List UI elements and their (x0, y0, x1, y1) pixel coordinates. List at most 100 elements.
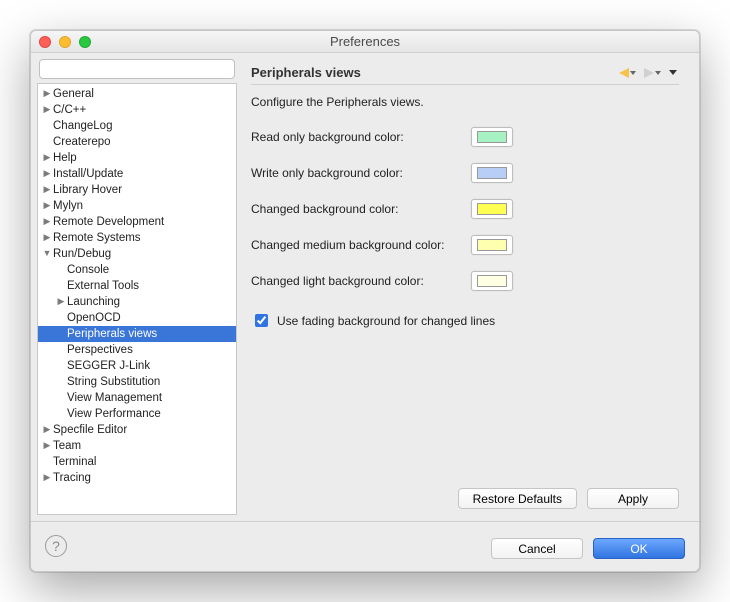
tree-item[interactable]: Peripherals views (38, 326, 236, 342)
content-panel: Peripherals views Configure th (237, 59, 693, 515)
tree-item[interactable]: View Performance (38, 406, 236, 422)
dialog-buttons: Cancel OK (491, 538, 685, 559)
tree-item[interactable]: Perspectives (38, 342, 236, 358)
tree-item[interactable]: ▼Run/Debug (38, 246, 236, 262)
tree-item-label: Specfile Editor (52, 424, 127, 436)
tree-item[interactable]: ▶Mylyn (38, 198, 236, 214)
tree-item[interactable]: ▶Help (38, 150, 236, 166)
color-row: Read only background color: (251, 127, 679, 147)
tree-item-label: Createrepo (52, 136, 111, 148)
disclosure-right-icon: ▶ (42, 440, 52, 451)
disclosure-right-icon: ▶ (56, 296, 66, 307)
preference-tree[interactable]: ▶General▶C/C++ChangeLogCreaterepo▶Help▶I… (37, 83, 237, 515)
page-menu-button[interactable] (667, 68, 679, 77)
disclosure-right-icon: ▶ (42, 168, 52, 179)
divider (251, 84, 679, 85)
tree-item[interactable]: ▶Launching (38, 294, 236, 310)
color-swatch-button[interactable] (471, 235, 513, 255)
restore-defaults-button[interactable]: Restore Defaults (458, 488, 577, 509)
color-label: Write only background color: (251, 166, 471, 180)
tree-item[interactable]: ▶C/C++ (38, 102, 236, 118)
tree-item[interactable]: ▶Install/Update (38, 166, 236, 182)
color-row: Changed background color: (251, 199, 679, 219)
disclosure-down-icon: ▼ (42, 248, 52, 258)
color-swatch-button[interactable] (471, 127, 513, 147)
disclosure-right-icon: ▶ (42, 200, 52, 211)
back-button[interactable] (617, 66, 638, 80)
fading-checkbox-row: Use fading background for changed lines (251, 311, 679, 330)
tree-item[interactable]: External Tools (38, 278, 236, 294)
tree-item[interactable]: ▶Specfile Editor (38, 422, 236, 438)
tree-item[interactable]: Terminal (38, 454, 236, 470)
color-row: Changed light background color: (251, 271, 679, 291)
disclosure-right-icon: ▶ (42, 88, 52, 99)
ok-button[interactable]: OK (593, 538, 685, 559)
tree-item[interactable]: OpenOCD (38, 310, 236, 326)
color-swatch (477, 203, 507, 215)
arrow-right-icon (644, 68, 654, 78)
chevron-down-icon (655, 71, 661, 75)
sidebar: × ▶General▶C/C++ChangeLogCreaterepo▶Help… (37, 59, 237, 515)
preferences-window: Preferences × ▶General▶C/C++ChangeLogCre… (30, 30, 700, 572)
apply-button[interactable]: Apply (587, 488, 679, 509)
window-title: Preferences (31, 34, 699, 49)
color-label: Changed medium background color: (251, 238, 471, 252)
tree-item-label: Help (52, 152, 77, 164)
body: × ▶General▶C/C++ChangeLogCreaterepo▶Help… (31, 53, 699, 521)
tree-item[interactable]: Console (38, 262, 236, 278)
color-label: Read only background color: (251, 130, 471, 144)
tree-item[interactable]: String Substitution (38, 374, 236, 390)
tree-item-label: SEGGER J-Link (66, 360, 150, 372)
tree-item-label: Team (52, 440, 81, 452)
disclosure-right-icon: ▶ (42, 104, 52, 115)
fading-checkbox-label[interactable]: Use fading background for changed lines (277, 314, 495, 328)
footer: ? Cancel OK (31, 521, 699, 571)
color-swatch (477, 239, 507, 251)
color-swatch (477, 167, 507, 179)
tree-item[interactable]: ▶Remote Systems (38, 230, 236, 246)
fading-checkbox[interactable] (255, 314, 268, 327)
page-description: Configure the Peripherals views. (251, 95, 679, 109)
tree-item-label: General (52, 88, 94, 100)
chevron-down-icon (669, 70, 677, 75)
tree-item-label: Run/Debug (52, 248, 111, 260)
cancel-button[interactable]: Cancel (491, 538, 583, 559)
forward-button[interactable] (642, 66, 663, 80)
help-button[interactable]: ? (45, 535, 67, 557)
color-rows: Read only background color: Write only ba… (251, 127, 679, 307)
color-swatch-button[interactable] (471, 271, 513, 291)
tree-item-label: ChangeLog (52, 120, 112, 132)
disclosure-right-icon: ▶ (42, 424, 52, 435)
tree-item[interactable]: ChangeLog (38, 118, 236, 134)
tree-item[interactable]: ▶Remote Development (38, 214, 236, 230)
tree-item[interactable]: ▶Team (38, 438, 236, 454)
color-swatch (477, 275, 507, 287)
tree-item[interactable]: ▶Tracing (38, 470, 236, 486)
disclosure-right-icon: ▶ (42, 152, 52, 163)
tree-item[interactable]: ▶Library Hover (38, 182, 236, 198)
color-swatch-button[interactable] (471, 199, 513, 219)
titlebar: Preferences (31, 31, 699, 53)
tree-item-label: OpenOCD (66, 312, 121, 324)
tree-item-label: Install/Update (52, 168, 123, 180)
tree-item[interactable]: Createrepo (38, 134, 236, 150)
color-swatch (477, 131, 507, 143)
tree-item[interactable]: View Management (38, 390, 236, 406)
tree-item-label: External Tools (66, 280, 139, 292)
tree-item-label: Terminal (52, 456, 96, 468)
tree-item-label: Perspectives (66, 344, 133, 356)
disclosure-right-icon: ▶ (42, 472, 52, 483)
chevron-down-icon (630, 71, 636, 75)
arrow-left-icon (619, 68, 629, 78)
color-swatch-button[interactable] (471, 163, 513, 183)
tree-item-label: C/C++ (52, 104, 86, 116)
search-wrap: × (37, 59, 237, 83)
color-row: Write only background color: (251, 163, 679, 183)
filter-input[interactable] (39, 59, 235, 79)
color-label: Changed light background color: (251, 274, 471, 288)
tree-item-label: String Substitution (66, 376, 160, 388)
tree-item[interactable]: SEGGER J-Link (38, 358, 236, 374)
tree-item-label: Peripherals views (66, 328, 157, 340)
tree-item-label: Console (66, 264, 109, 276)
tree-item[interactable]: ▶General (38, 86, 236, 102)
